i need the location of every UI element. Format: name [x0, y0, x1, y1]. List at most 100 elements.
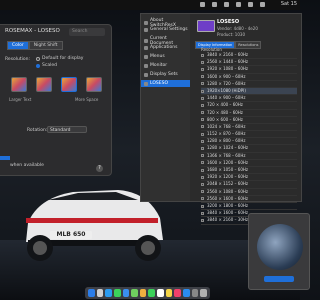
tab-resolutions[interactable]: Resolutions	[235, 41, 262, 49]
resolution-row[interactable]: 1440 × 900 – 60Hz	[201, 95, 297, 103]
resolution-row[interactable]: 2560 × 1080 – 60Hz	[201, 189, 297, 196]
checkbox-icon[interactable]	[201, 175, 204, 179]
radio-scaled[interactable]	[36, 64, 40, 68]
scale-option[interactable]	[61, 77, 77, 92]
checkbox-icon[interactable]	[201, 82, 204, 86]
sidebar-item-general[interactable]: General Settings	[144, 27, 188, 32]
wifi-icon[interactable]	[248, 2, 253, 7]
checkbox-icon[interactable]	[201, 60, 204, 64]
checkbox-icon[interactable]	[201, 111, 204, 115]
safari-icon[interactable]	[105, 289, 112, 297]
scale-option[interactable]	[86, 77, 102, 92]
messages-icon[interactable]	[113, 289, 121, 297]
scale-option[interactable]	[11, 77, 27, 92]
radio-default-label: Default for display	[42, 56, 84, 61]
photos-icon[interactable]	[139, 289, 147, 297]
prefs-bottom-text: when available	[10, 163, 44, 168]
status-icon[interactable]	[224, 2, 229, 7]
sidebar-item-loseso[interactable]: LOSESO	[141, 80, 190, 87]
maps-icon[interactable]	[131, 289, 138, 297]
brightness-slider[interactable]	[0, 156, 10, 160]
checkbox-icon[interactable]	[201, 182, 204, 186]
checkbox-icon[interactable]	[201, 197, 204, 201]
resolution-label: 3200 × 1800 – 60Hz	[207, 202, 248, 208]
menu-bar: Sat 15	[0, 0, 300, 10]
resolution-row[interactable]: 1152 × 870 – 60Hz	[201, 131, 297, 139]
continue-button[interactable]	[264, 276, 294, 282]
resolution-row[interactable]: 1024 × 768 – 60Hz	[201, 124, 297, 132]
resolution-row[interactable]: 1920 × 1200 – 60Hz	[201, 174, 297, 182]
trash-icon[interactable]	[200, 289, 207, 297]
gear-icon	[144, 27, 148, 32]
checkbox-icon[interactable]	[201, 147, 204, 151]
status-icon[interactable]	[236, 2, 241, 7]
sidebar-item-applications[interactable]: Applications	[144, 45, 178, 50]
music-icon[interactable]	[174, 289, 182, 297]
sidebar-item-monitor[interactable]: Monitor	[144, 63, 167, 68]
radio-default[interactable]	[36, 57, 40, 61]
notes-icon[interactable]	[165, 289, 173, 297]
status-icon[interactable]	[200, 2, 205, 7]
menu-clock[interactable]: Sat 15	[281, 1, 297, 7]
sidebar-item-label: LOSESO	[150, 81, 168, 86]
launchpad-icon[interactable]	[96, 289, 104, 297]
resolution-row[interactable]: 1280 × 800 – 60Hz	[201, 138, 297, 146]
checkbox-icon[interactable]	[201, 75, 204, 79]
app-icon	[144, 45, 148, 50]
appstore-icon[interactable]	[183, 289, 190, 297]
settings-icon[interactable]	[191, 289, 199, 297]
resolution-row[interactable]: 720 × 480 – 60Hz	[201, 110, 297, 117]
checkbox-icon[interactable]	[201, 89, 204, 93]
resolution-row[interactable]: 1920×1080 (HiDPI)	[201, 87, 297, 96]
checkbox-icon[interactable]	[201, 139, 204, 143]
resolution-row[interactable]: 3200 × 1800 – 60Hz	[201, 202, 297, 211]
checkbox-icon[interactable]	[201, 161, 204, 165]
resolution-row[interactable]: 1280 × 720 – 60Hz	[201, 81, 297, 88]
checkbox-icon[interactable]	[201, 118, 204, 122]
checkbox-icon[interactable]	[201, 132, 204, 136]
resolution-row[interactable]: 2560 × 1440 – 60Hz	[201, 59, 297, 67]
resolution-row[interactable]: 720 × 400 – 60Hz	[201, 102, 297, 110]
search-field[interactable]: Search	[69, 28, 105, 36]
resolution-row[interactable]: 1600 × 1200 – 60Hz	[201, 160, 297, 167]
checkbox-icon[interactable]	[201, 67, 204, 71]
monitor-product: Product: 1030	[217, 32, 245, 37]
scale-option[interactable]	[36, 77, 52, 92]
display-preferences-window: ROSEMAX - LOSESO Search Color Night Shif…	[0, 24, 112, 176]
status-icon[interactable]	[212, 2, 217, 7]
resolution-row[interactable]: 1366 × 768 – 60Hz	[201, 153, 297, 160]
resolution-row[interactable]: 1680 × 1050 – 60Hz	[201, 167, 297, 175]
sidebar-item-label: Applications	[150, 45, 178, 50]
checkbox-icon[interactable]	[201, 154, 204, 158]
checkbox-icon[interactable]	[201, 103, 204, 107]
resolution-row[interactable]: 1600 × 900 – 60Hz	[201, 74, 297, 81]
checkbox-icon[interactable]	[201, 96, 204, 100]
help-button[interactable]: ?	[96, 165, 103, 172]
checkbox-icon[interactable]	[201, 190, 204, 194]
finder-icon[interactable]	[88, 289, 95, 297]
resolution-row[interactable]: 800 × 600 – 60Hz	[201, 117, 297, 124]
resolution-row[interactable]: 3840 × 2160 – 60Hz	[201, 52, 297, 60]
resolution-row[interactable]: 1280 × 1024 – 60Hz	[201, 145, 297, 153]
resolution-label: 3840 × 2160 – 60Hz	[207, 52, 248, 57]
resolution-row[interactable]: 2560 × 1600 – 60Hz	[201, 196, 297, 203]
monitor-vendor: Vendor: 4d80 - 4e20	[217, 26, 258, 31]
checkbox-icon[interactable]	[201, 125, 204, 129]
sidebar-item-menus[interactable]: Menus	[144, 54, 165, 59]
resolution-row[interactable]: 2048 × 1152 – 60Hz	[201, 181, 297, 189]
mail-icon[interactable]	[122, 289, 130, 297]
facetime-icon[interactable]	[148, 289, 156, 297]
checkbox-icon[interactable]	[201, 53, 204, 57]
resolution-row[interactable]: 1920 × 1080 – 60Hz	[201, 66, 297, 74]
checkbox-icon[interactable]	[201, 168, 204, 172]
battery-icon[interactable]	[260, 2, 265, 7]
sidebar-item-display-sets[interactable]: Display Sets	[144, 72, 178, 77]
calendar-icon[interactable]	[157, 289, 164, 297]
checkbox-icon[interactable]	[201, 211, 204, 215]
rotation-select[interactable]: Standard	[47, 126, 87, 133]
checkbox-icon[interactable]	[201, 204, 204, 208]
resolution-label: 1152 × 870 – 60Hz	[207, 131, 246, 137]
checkbox-icon[interactable]	[201, 218, 204, 222]
tab-night-shift[interactable]: Night Shift	[28, 41, 63, 50]
tab-color[interactable]: Color	[7, 41, 29, 50]
